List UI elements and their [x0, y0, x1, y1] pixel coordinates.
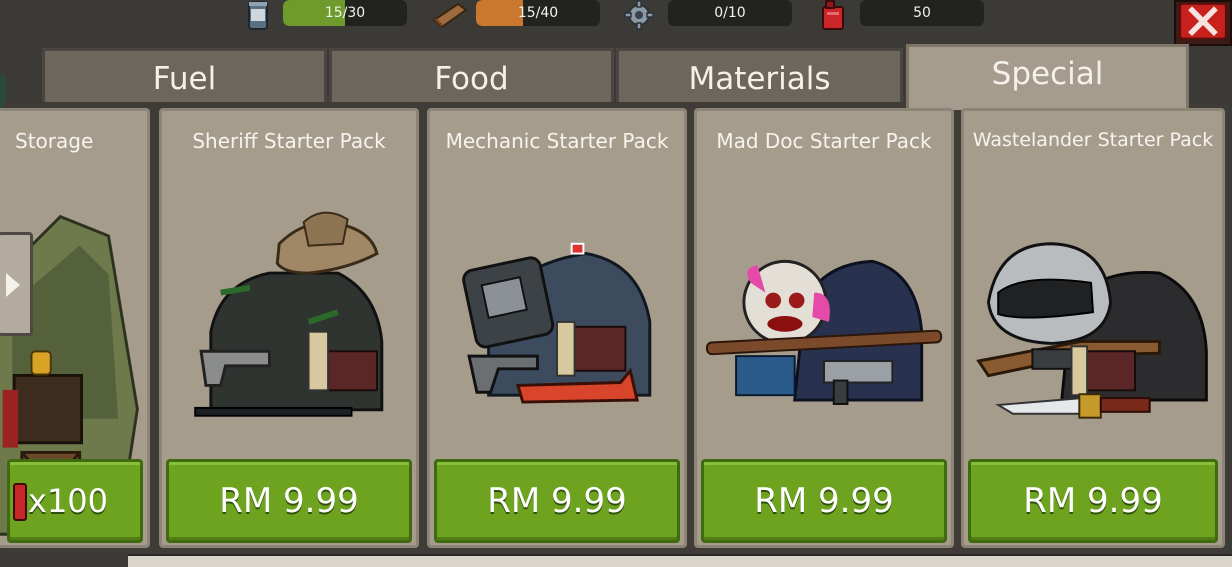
scroll-left-button[interactable] [0, 232, 33, 336]
gear-resource-count: 0/10 [714, 5, 746, 21]
fuel-resource-count: 50 [913, 5, 931, 21]
gear-resource-bar: 0/10 [668, 0, 792, 26]
shop-screen: 15/30 15/40 0/10 50 Fuel Food Materials … [0, 0, 1232, 567]
resource-bar: 15/30 15/40 0/10 50 [0, 0, 1232, 30]
storage-price: x100 [28, 482, 109, 520]
tab-special[interactable]: Special [906, 44, 1189, 110]
shop-card-mad-doc[interactable]: Mad Doc Starter Pack RM 9.99 [694, 108, 954, 548]
can-resource-count: 15/30 [324, 5, 366, 21]
fuel-resource-bar: 50 [860, 0, 984, 26]
mad-doc-buy-button[interactable]: RM 9.99 [701, 459, 947, 543]
card-title: Sheriff Starter Pack [192, 129, 386, 153]
close-icon [1179, 2, 1227, 40]
card-title: Mad Doc Starter Pack [716, 129, 932, 153]
chevron-right-icon [6, 273, 20, 297]
bottom-scrollbar[interactable] [128, 554, 1232, 567]
card-title: Mechanic Starter Pack [445, 129, 669, 153]
wood-resource-count: 15/40 [517, 5, 559, 21]
tab-fuel[interactable]: Fuel [42, 48, 327, 106]
shop-card-wastelander[interactable]: Wastelander Starter Pack RM 9.99 [961, 108, 1225, 548]
fuel-canister-icon [822, 0, 844, 30]
tab-materials[interactable]: Materials [616, 48, 903, 106]
wastelander-buy-button[interactable]: RM 9.99 [968, 459, 1218, 543]
card-title: Wastelander Starter Pack [972, 129, 1214, 151]
fuel-canister-icon [13, 483, 27, 521]
storage-buy-button[interactable]: x100 [7, 459, 143, 543]
can-icon [248, 1, 268, 30]
gear-icon [624, 0, 654, 30]
tab-food[interactable]: Food [329, 48, 614, 106]
wood-resource-bar: 15/40 [476, 0, 600, 26]
sheriff-buy-button[interactable]: RM 9.99 [166, 459, 412, 543]
close-button[interactable] [1174, 0, 1232, 46]
can-resource-bar: 15/30 [283, 0, 407, 26]
mechanic-buy-button[interactable]: RM 9.99 [434, 459, 680, 543]
shop-card-sheriff[interactable]: Sheriff Starter Pack RM 9.99 [159, 108, 419, 548]
shop-card-mechanic[interactable]: Mechanic Starter Pack RM 9.99 [427, 108, 687, 548]
wood-plank-icon [432, 2, 468, 29]
card-title: Storage [15, 129, 94, 153]
